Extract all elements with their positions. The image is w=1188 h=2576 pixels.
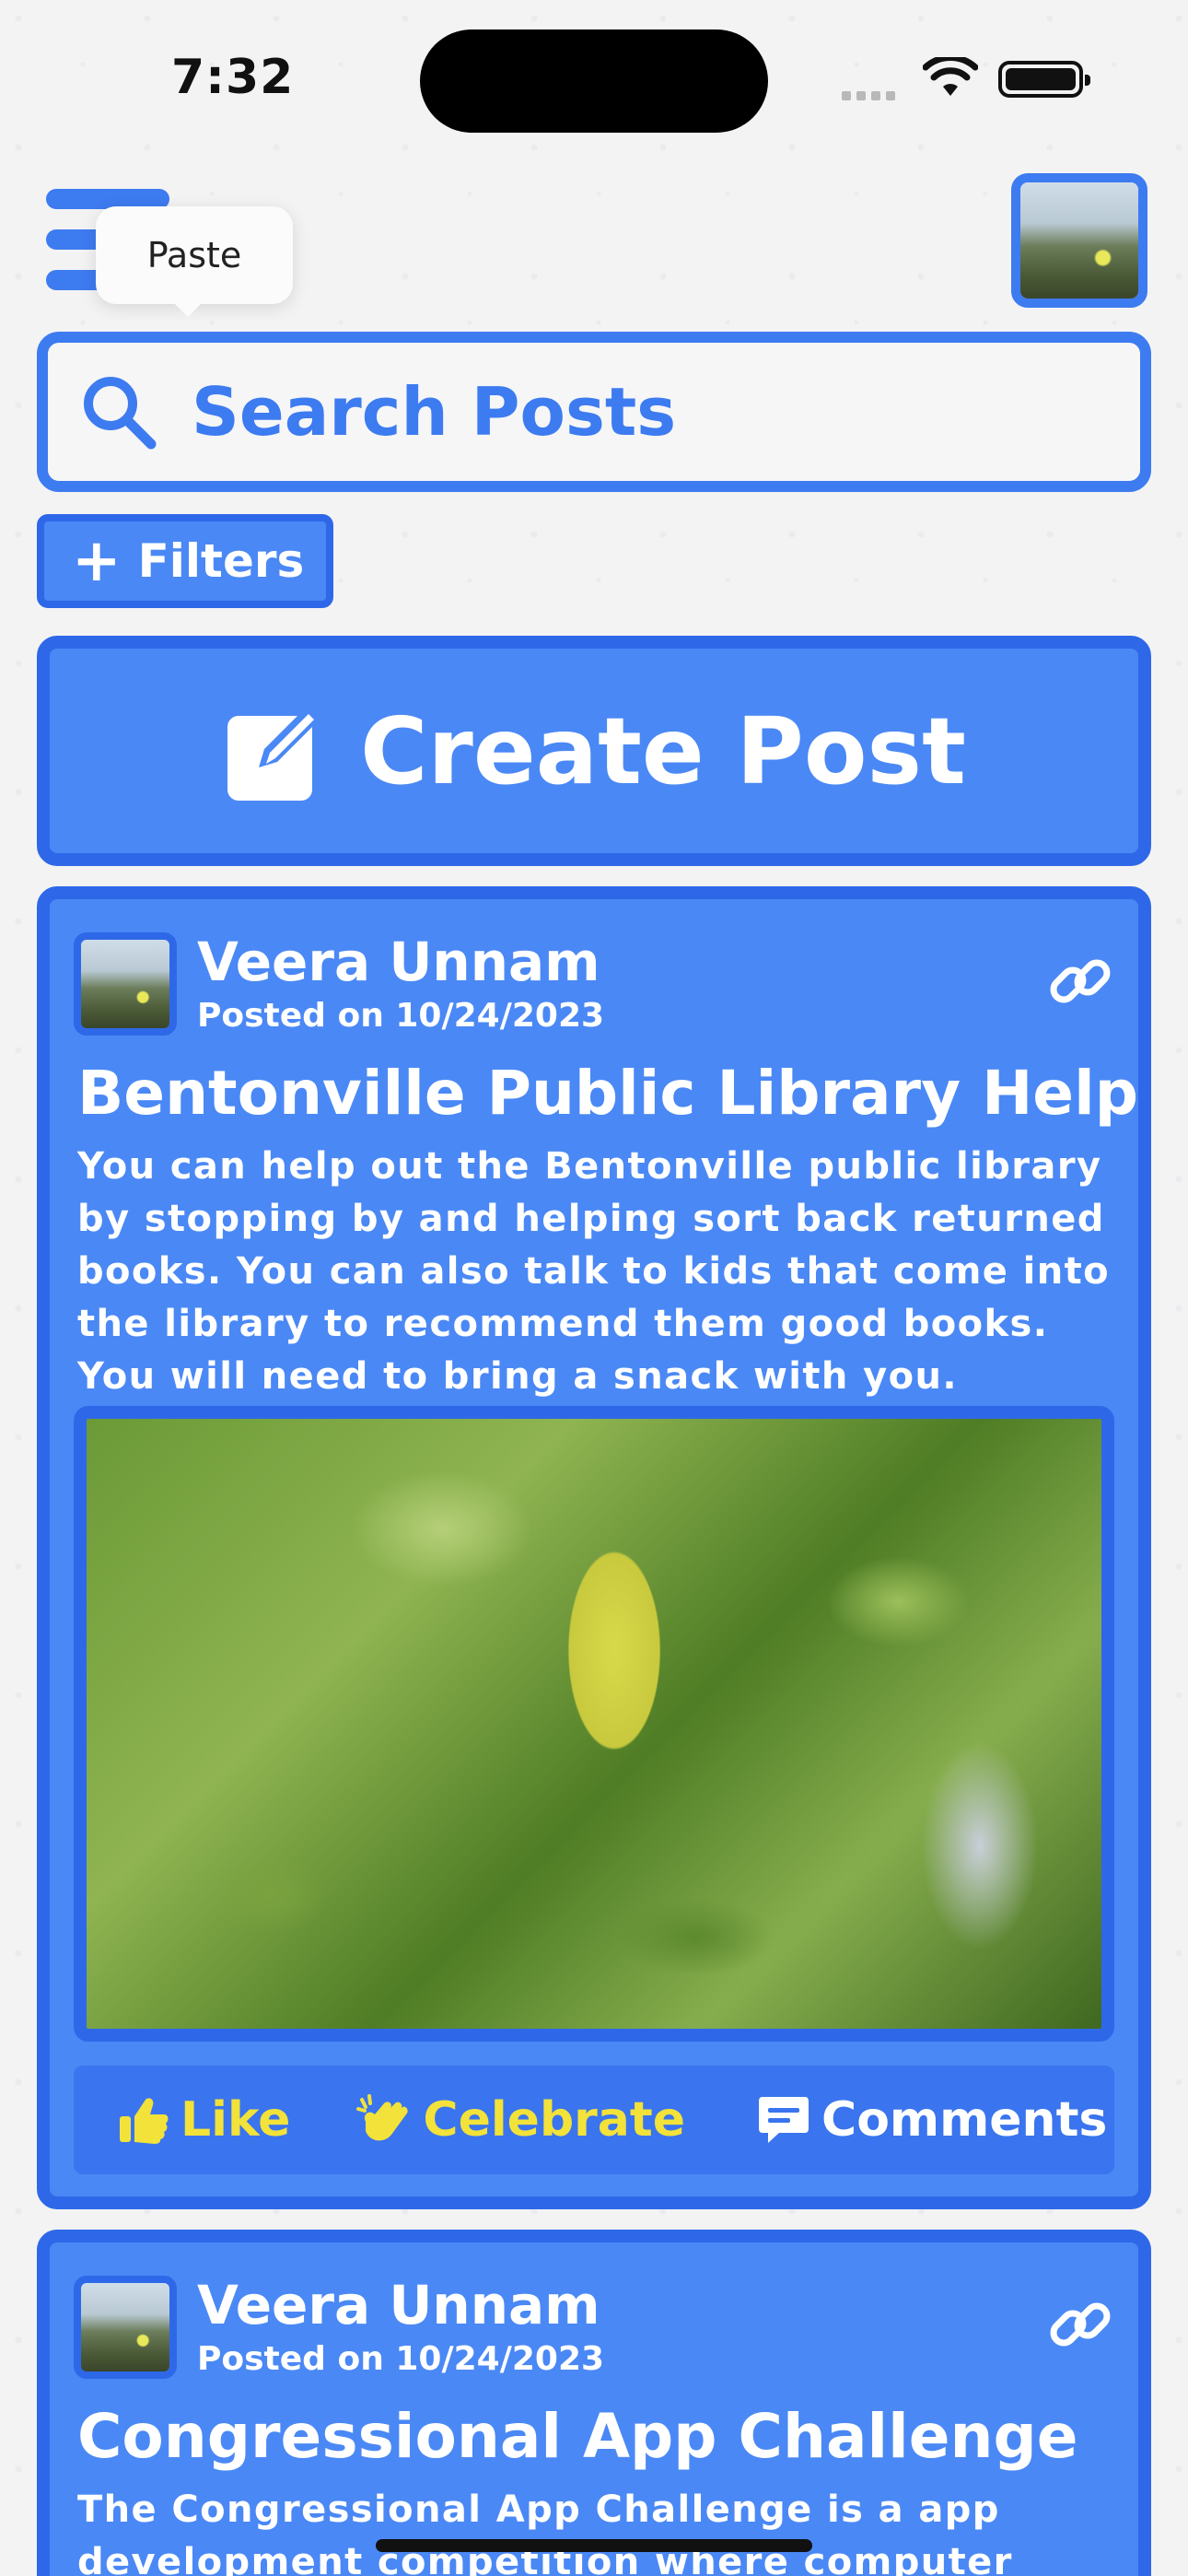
create-post-label: Create Post [360,697,966,805]
post-body: The Congressional App Challenge is a app… [77,2488,1013,2576]
author-name: Veera Unnam [197,2274,600,2336]
clapping-hands-icon [356,2094,409,2141]
battery-icon [998,61,1090,98]
link-icon[interactable] [1046,947,1114,1015]
author-name: Veera Unnam [197,931,600,993]
cellular-signal-icon [842,87,901,104]
search-icon [84,377,157,450]
dynamic-island [420,29,768,133]
author-avatar[interactable] [74,2276,177,2379]
home-indicator[interactable] [376,2539,812,2552]
post-card[interactable]: Veera Unnam Posted on 10/24/2023 Bentonv… [37,886,1151,2209]
profile-avatar-button[interactable] [1011,173,1147,308]
post-body: You can help out the Bentonville public … [77,1145,1111,1398]
post-image[interactable] [74,1406,1114,2042]
post-actions: Like Celebrate Comments [74,2066,1114,2174]
post-title: Bentonville Public Library Helper [77,1058,1151,1129]
filters-button[interactable]: + Filters [37,514,333,608]
post-header: Veera Unnam Posted on 10/24/2023 [74,2266,1114,2379]
search-input[interactable]: Search Posts [192,373,676,451]
post-header: Veera Unnam Posted on 10/24/2023 [74,923,1114,1036]
wifi-icon [923,57,978,96]
edit-icon [227,707,320,801]
post-date: Posted on 10/24/2023 [197,2340,605,2378]
plus-icon: + [72,527,122,595]
paste-label: Paste [146,235,242,275]
post-card[interactable]: Veera Unnam Posted on 10/24/2023 Congres… [37,2230,1151,2576]
status-bar: 7:32 [0,0,1188,166]
comments-label: Comments [821,2092,1108,2148]
avatar-image [1020,182,1138,299]
celebrate-label: Celebrate [423,2092,686,2148]
paste-tooltip[interactable]: Paste [96,206,293,317]
search-bar[interactable]: Search Posts [37,332,1151,492]
like-button[interactable]: Like [118,2092,290,2148]
author-avatar[interactable] [74,932,177,1036]
post-date: Posted on 10/24/2023 [197,997,605,1035]
comment-icon [759,2097,809,2143]
comments-button[interactable]: Comments [757,2092,1107,2148]
post-title: Congressional App Challenge [77,2401,1078,2472]
like-label: Like [181,2092,291,2148]
celebrate-button[interactable]: Celebrate [356,2092,685,2148]
link-icon[interactable] [1046,2290,1114,2359]
thumbs-up-icon [120,2098,169,2144]
create-post-button[interactable]: Create Post [37,636,1151,866]
filters-label: Filters [137,534,305,588]
status-time: 7:32 [171,50,295,105]
